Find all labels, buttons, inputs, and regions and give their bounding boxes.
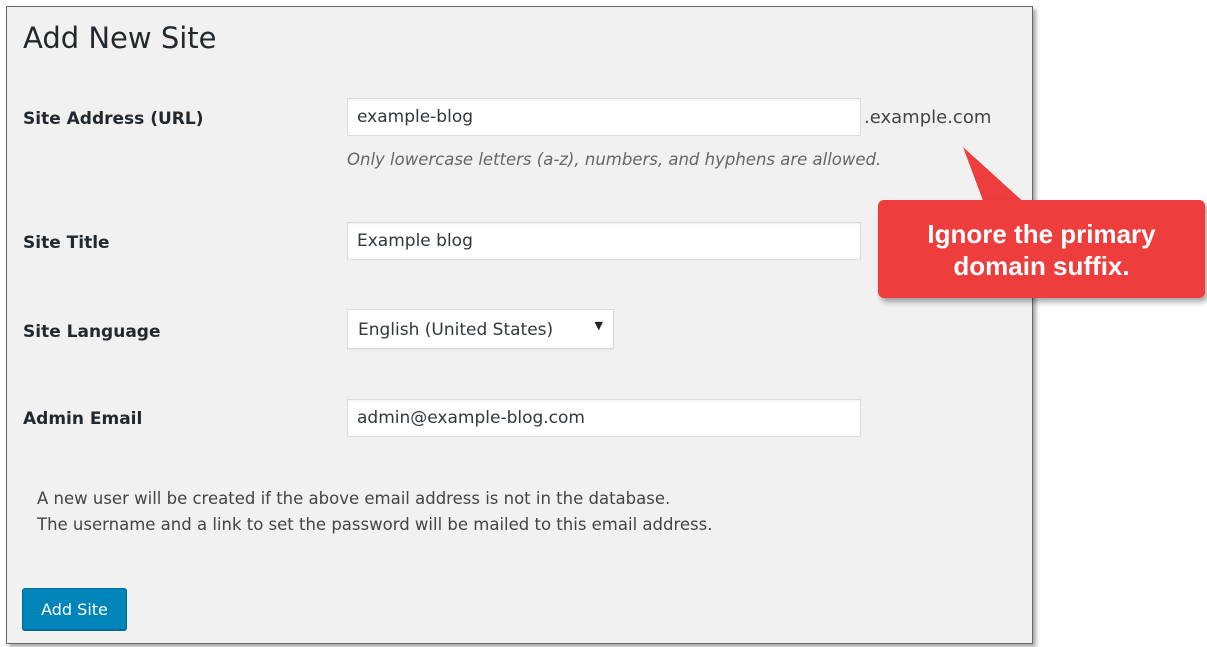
- admin-email-label: Admin Email: [23, 409, 143, 429]
- add-site-button[interactable]: Add Site: [22, 588, 127, 630]
- dropdown-arrow-icon: ▼: [594, 319, 603, 332]
- site-language-label: Site Language: [23, 322, 161, 342]
- add-site-panel: Add New Site Site Address (URL) .example…: [6, 6, 1033, 644]
- site-language-selected: English (United States): [358, 320, 554, 340]
- site-address-label: Site Address (URL): [23, 109, 204, 129]
- site-address-hint: Only lowercase letters (a-z), numbers, a…: [347, 150, 882, 169]
- password-mail-note: The username and a link to set the passw…: [37, 515, 713, 534]
- domain-suffix: .example.com: [864, 107, 992, 128]
- annotation-callout: Ignore the primary domain suffix.: [878, 200, 1205, 298]
- site-title-label: Site Title: [23, 233, 110, 253]
- page-title: Add New Site: [23, 21, 217, 55]
- callout-text: Ignore the primary domain suffix.: [927, 219, 1156, 281]
- new-user-note: A new user will be created if the above …: [37, 489, 671, 508]
- site-address-input[interactable]: [347, 98, 861, 136]
- site-title-input[interactable]: [347, 222, 861, 260]
- site-language-select[interactable]: English (United States) ▼: [347, 309, 614, 349]
- admin-email-input[interactable]: [347, 399, 861, 437]
